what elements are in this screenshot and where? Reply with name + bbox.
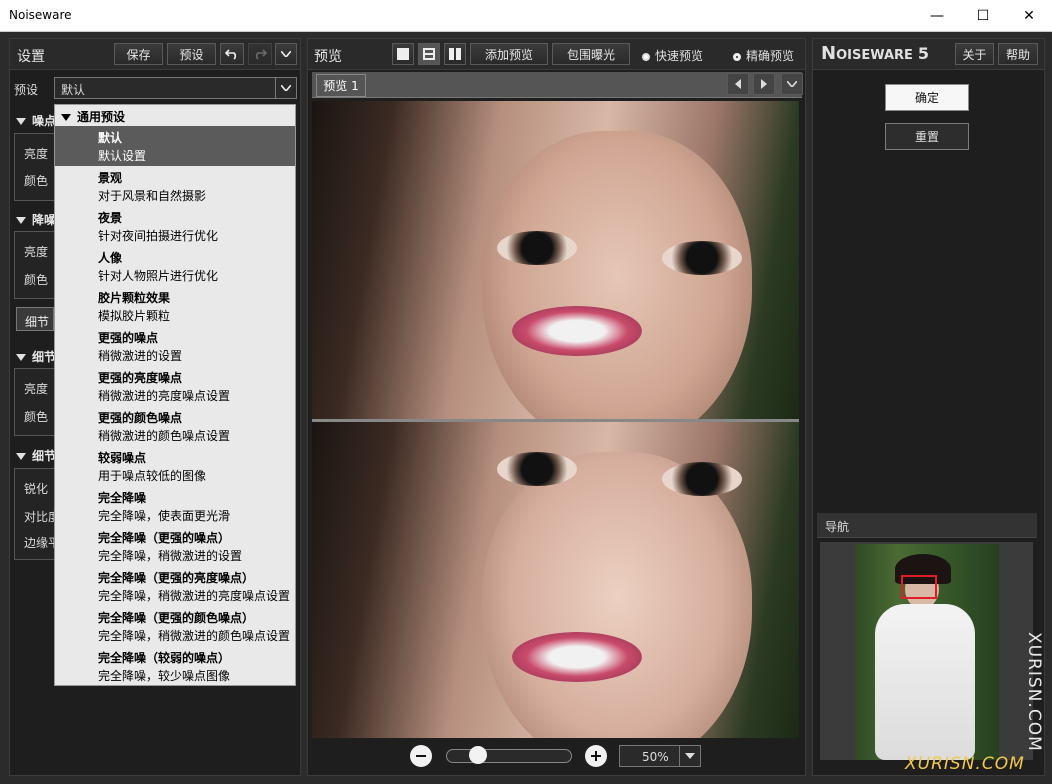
preset-select-value: 默认 (61, 83, 86, 97)
dropdown-item-stronger-noise[interactable]: 更强的噪点 稍微激进的设置 (55, 326, 295, 366)
detail-color-label: 颜色 (24, 410, 49, 424)
preset-button[interactable]: 预设 (167, 43, 216, 65)
navigator-thumbnail[interactable] (855, 544, 999, 760)
zoom-in-icon[interactable] (585, 745, 607, 767)
dropdown-item-weak-noise[interactable]: 较弱噪点 用于噪点较低的图像 (55, 446, 295, 486)
noise-box (14, 133, 56, 201)
dropdown-item-full-weak[interactable]: 完全降噪（较弱的噪点） 完全降噪，较少噪点图像 (55, 646, 295, 686)
split-horizontal-icon[interactable] (418, 43, 440, 65)
bracket-exposure-button[interactable]: 包围曝光 (552, 43, 630, 65)
redo-icon[interactable] (248, 43, 272, 65)
reset-button[interactable]: 重置 (885, 123, 969, 150)
zoom-chevron-icon[interactable] (679, 746, 700, 766)
tab-detail-label: 细节 (25, 315, 50, 329)
sharpen-label: 锐化 (24, 482, 49, 496)
single-view-icon[interactable] (392, 43, 414, 65)
tab-menu-chevron-icon[interactable] (781, 73, 803, 95)
detail-lum-label: 亮度 (24, 382, 49, 396)
minimize-button[interactable]: — (914, 0, 960, 31)
settings-title: 设置 (17, 49, 45, 65)
reduction-lum-label: 亮度 (24, 245, 49, 259)
dropdown-item-stronger-lum[interactable]: 更强的亮度噪点 稍微激进的亮度噪点设置 (55, 366, 295, 406)
preset-dropdown-menu[interactable]: 通用预设 默认 默认设置 景观 对于风景和自然摄影 夜景 针对夜间拍摄进行优化 人像针… (54, 104, 296, 686)
navigator-viewport-rect[interactable] (901, 575, 937, 599)
zoom-slider[interactable] (446, 746, 572, 764)
dropdown-item-film-grain[interactable]: 胶片颗粒效果 模拟胶片颗粒 (55, 286, 295, 326)
preview-title: 预览 (314, 49, 342, 65)
navigator-header: 导航 (817, 513, 1037, 538)
preview-image-after[interactable] (312, 422, 799, 738)
dropdown-item-default[interactable]: 默认 默认设置 (55, 126, 295, 166)
add-preview-button[interactable]: 添加预览 (470, 43, 548, 65)
navigator-box[interactable] (820, 542, 1033, 760)
dropdown-item-landscape[interactable]: 景观 对于风景和自然摄影 (55, 166, 295, 206)
watermark: XURISN.COM (905, 754, 1025, 774)
dropdown-item-portrait[interactable]: 人像 针对人物照片进行优化 (55, 246, 295, 286)
tab-next-icon[interactable] (753, 73, 775, 95)
eye-left-after (497, 452, 577, 486)
undo-icon[interactable] (220, 43, 244, 65)
zoom-value: 50% (642, 750, 669, 764)
dropdown-item-full-strong[interactable]: 完全降噪（更强的噪点） 完全降噪，稍微激进的设置 (55, 526, 295, 566)
noiseware-logo: NOISEWARE 5 (821, 43, 930, 64)
preset-select[interactable]: 默认 (54, 77, 297, 99)
zoom-select[interactable]: 50% (619, 745, 701, 767)
reduction-box (14, 231, 56, 299)
section-noise[interactable]: 噪点 (16, 112, 56, 129)
section-detail[interactable]: 细节 (16, 348, 56, 365)
eye-right (662, 241, 742, 275)
settings-menu-chevron-icon[interactable] (275, 43, 297, 65)
eye-left (497, 231, 577, 265)
noise-color-label: 颜色 (24, 174, 49, 188)
preset-label: 预设 (14, 83, 39, 97)
lips-after (512, 632, 642, 682)
face-shape (482, 131, 752, 419)
chevron-down-icon[interactable] (275, 78, 296, 98)
reduction-color-label: 颜色 (24, 273, 49, 287)
dropdown-item-full[interactable]: 完全降噪 完全降噪，使表面更光滑 (55, 486, 295, 526)
preview-image-before[interactable] (312, 101, 799, 419)
dropdown-group-header[interactable]: 通用预设 (61, 108, 125, 125)
tab-prev-icon[interactable] (727, 73, 749, 95)
eye-right-after (662, 462, 742, 496)
ok-button[interactable]: 确定 (885, 84, 969, 111)
section-reduction[interactable]: 降噪 (16, 211, 56, 228)
detail-box (14, 368, 56, 436)
lips (512, 306, 642, 356)
accurate-preview-radio[interactable]: 精确预览 (733, 47, 794, 64)
window-title: Noiseware (9, 8, 72, 22)
dropdown-item-night[interactable]: 夜景 针对夜间拍摄进行优化 (55, 206, 295, 246)
noise-lum-label: 亮度 (24, 147, 49, 161)
section-sharpen[interactable]: 细节 (16, 447, 56, 464)
dropdown-item-full-lum[interactable]: 完全降噪（更强的亮度噪点） 完全降噪，稍微激进的亮度噪点设置 (55, 566, 295, 606)
maximize-button[interactable]: ☐ (960, 0, 1006, 31)
radio-on-icon[interactable] (733, 52, 741, 61)
watermark-vertical: XURISN.COM (1024, 632, 1044, 752)
zoom-slider-thumb[interactable] (468, 746, 487, 764)
save-button[interactable]: 保存 (114, 43, 163, 65)
help-button[interactable]: 帮助 (998, 43, 1038, 65)
dropdown-item-stronger-color[interactable]: 更强的颜色噪点 稍微激进的颜色噪点设置 (55, 406, 295, 446)
tab-detail[interactable]: 细节 (16, 307, 54, 331)
title-bar: Noiseware — ☐ ✕ (0, 0, 1052, 32)
nav-dress (875, 604, 975, 760)
about-button[interactable]: 关于 (955, 43, 994, 65)
split-vertical-icon[interactable] (444, 43, 466, 65)
radio-off-icon[interactable] (642, 52, 650, 61)
dropdown-item-full-color[interactable]: 完全降噪（更强的颜色噪点） 完全降噪，稍微激进的颜色噪点设置 (55, 606, 295, 646)
fast-preview-radio[interactable]: 快速预览 (642, 47, 703, 64)
tab-preview-1[interactable]: 预览 1 (316, 74, 366, 97)
zoom-out-icon[interactable] (410, 745, 432, 767)
close-button[interactable]: ✕ (1006, 0, 1052, 31)
navigator-title: 导航 (825, 520, 850, 534)
